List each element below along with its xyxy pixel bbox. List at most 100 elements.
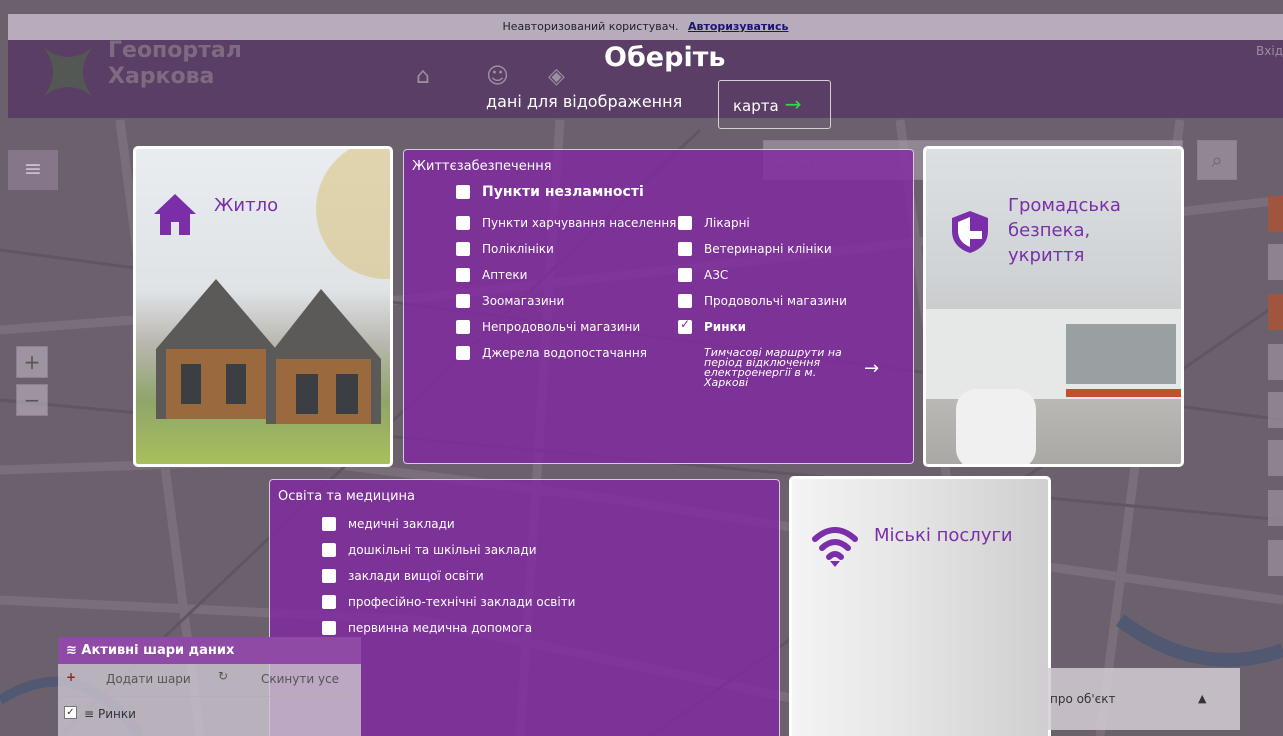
- checkbox-item[interactable]: заклади вищої освіти: [322, 569, 484, 583]
- search-icon[interactable]: ⌕: [1197, 140, 1237, 180]
- home-icon: [154, 194, 196, 235]
- active-layers-title: Активні шари даних: [81, 643, 235, 658]
- map-tool-button[interactable]: [1268, 540, 1283, 576]
- checkbox-label: Джерела водопостачання: [482, 346, 647, 360]
- title-line: безпека,: [1008, 220, 1091, 241]
- checkbox-item[interactable]: медичні заклади: [322, 517, 455, 531]
- map-tool-button[interactable]: [1268, 196, 1283, 232]
- zoom-out-button[interactable]: −: [16, 384, 48, 416]
- checkbox[interactable]: [678, 216, 692, 230]
- map-tool-button[interactable]: [1268, 344, 1283, 380]
- checkbox-item[interactable]: Поліклініки: [456, 242, 554, 256]
- checkbox[interactable]: [456, 185, 470, 199]
- checkbox-item[interactable]: Аптеки: [456, 268, 527, 282]
- checkbox-label: Продовольчі магазини: [704, 294, 847, 308]
- checkbox-label: дошкільні та шкільні заклади: [348, 543, 537, 557]
- map-button[interactable]: карта →: [718, 80, 831, 129]
- chevron-up-icon[interactable]: ▲: [1198, 692, 1206, 705]
- checkbox-label: первинна медична допомога: [348, 621, 533, 635]
- checkbox-item[interactable]: Продовольчі магазини: [678, 294, 847, 308]
- home-nav-icon[interactable]: ⌂: [416, 64, 430, 89]
- active-layers-panel: ≋ Активні шари даних + Додати шари ↻ Ски…: [58, 637, 361, 736]
- map-tool-button[interactable]: [1268, 490, 1283, 526]
- login-link[interactable]: Авторизуватись: [688, 20, 789, 33]
- shield-icon: [952, 211, 988, 253]
- checkbox-label: Ветеринарні клініки: [704, 242, 832, 256]
- refresh-icon[interactable]: ↻: [218, 669, 228, 683]
- map-tool-button[interactable]: [1268, 440, 1283, 476]
- object-info-bar[interactable]: про об'єкт ▲: [1040, 668, 1240, 730]
- status-text: Неавторизований користувач.: [502, 20, 679, 33]
- checkbox-item[interactable]: первинна медична допомога: [322, 621, 532, 635]
- security-card-title: Громадська безпека, укриття: [1008, 193, 1121, 268]
- city-services-card[interactable]: Міські послуги: [789, 476, 1051, 736]
- checkbox-item[interactable]: Джерела водопостачання: [456, 346, 647, 360]
- layers-toolbar: + Додати шари ↻ Скинути усе: [58, 664, 361, 696]
- checkbox[interactable]: [456, 216, 470, 230]
- zoom-in-button[interactable]: +: [16, 346, 48, 378]
- checkbox[interactable]: [322, 621, 336, 635]
- life-support-title: Життєзабезпечення: [412, 159, 552, 174]
- arrow-right-icon[interactable]: →: [864, 358, 879, 379]
- checkbox-item[interactable]: Ветеринарні клініки: [678, 242, 832, 256]
- checkbox[interactable]: [456, 268, 470, 282]
- add-layers-button[interactable]: Додати шари: [106, 672, 191, 686]
- wifi-icon: [812, 527, 858, 567]
- life-support-card: Життєзабезпечення Пункти незламності Пун…: [403, 149, 914, 464]
- layer-label: Ринки: [98, 707, 136, 721]
- title-line: укриття: [1008, 245, 1085, 266]
- status-bar: Неавторизований користувач. Авторизувати…: [8, 14, 1283, 40]
- housing-card-title: Житло: [214, 195, 279, 216]
- checkbox[interactable]: [678, 242, 692, 256]
- checkbox-item[interactable]: Пункти харчування населення: [456, 216, 676, 230]
- menu-icon[interactable]: ≡: [8, 150, 58, 190]
- checkbox[interactable]: [322, 517, 336, 531]
- checkbox-item[interactable]: Ринки: [678, 317, 746, 334]
- checkbox-label: Поліклініки: [482, 242, 554, 256]
- checkbox[interactable]: [456, 320, 470, 334]
- checkbox-label: Пункти незламності: [482, 184, 644, 200]
- checkbox-label: Непродовольчі магазини: [482, 320, 641, 334]
- checkbox-label: АЗС: [704, 268, 729, 282]
- checkbox-item[interactable]: Лікарні: [678, 216, 750, 230]
- checkbox[interactable]: [322, 569, 336, 583]
- checkbox-item[interactable]: Непродовольчі магазини: [456, 320, 640, 334]
- object-info-label: про об'єкт: [1050, 692, 1116, 706]
- city-services-title: Міські послуги: [874, 525, 1013, 546]
- note-line: Харкові: [704, 376, 749, 389]
- checkbox[interactable]: [322, 543, 336, 557]
- checkbox[interactable]: [456, 346, 470, 360]
- temp-routes-link[interactable]: Тимчасові маршрути на період відключення…: [704, 347, 842, 389]
- checkbox[interactable]: [678, 294, 692, 308]
- checkbox-label: медичні заклади: [348, 517, 455, 531]
- title-line: Громадська: [1008, 195, 1121, 216]
- people-nav-icon[interactable]: ☺: [486, 64, 509, 89]
- checkbox-label: Пункти харчування населення: [482, 216, 677, 230]
- checkbox-item[interactable]: дошкільні та шкільні заклади: [322, 543, 537, 557]
- checkbox[interactable]: [456, 294, 470, 308]
- map-tool-button[interactable]: [1268, 392, 1283, 428]
- checkbox-item[interactable]: АЗС: [678, 268, 728, 282]
- housing-card[interactable]: Житло: [133, 146, 393, 467]
- login-label[interactable]: Вхід: [1256, 44, 1283, 58]
- education-nav-icon[interactable]: ◈: [548, 64, 565, 89]
- chooser-subtitle: дані для відображення: [486, 92, 683, 111]
- layer-checkbox[interactable]: ✓: [64, 706, 77, 719]
- layer-list-icon: ≡: [84, 707, 95, 721]
- checkbox[interactable]: [456, 242, 470, 256]
- logo-icon: [43, 47, 93, 97]
- checkbox-label: Лікарні: [704, 216, 750, 230]
- reset-all-button[interactable]: Скинути усе: [261, 672, 339, 686]
- checkbox[interactable]: [322, 595, 336, 609]
- checkbox-item[interactable]: Зоомагазини: [456, 294, 564, 308]
- layer-row[interactable]: ✓ ≡ Ринки: [58, 696, 361, 732]
- map-tool-button[interactable]: [1268, 244, 1283, 280]
- checkbox[interactable]: [678, 268, 692, 282]
- checkbox-item[interactable]: професійно-технічні заклади освіти: [322, 595, 575, 609]
- main-checkbox-item[interactable]: Пункти незламності: [456, 184, 644, 200]
- map-tool-button[interactable]: [1268, 294, 1283, 330]
- checkbox-checked[interactable]: [678, 317, 692, 334]
- checkbox-label: заклади вищої освіти: [348, 569, 484, 583]
- security-card[interactable]: Громадська безпека, укриття: [923, 146, 1184, 467]
- add-icon[interactable]: +: [66, 670, 76, 684]
